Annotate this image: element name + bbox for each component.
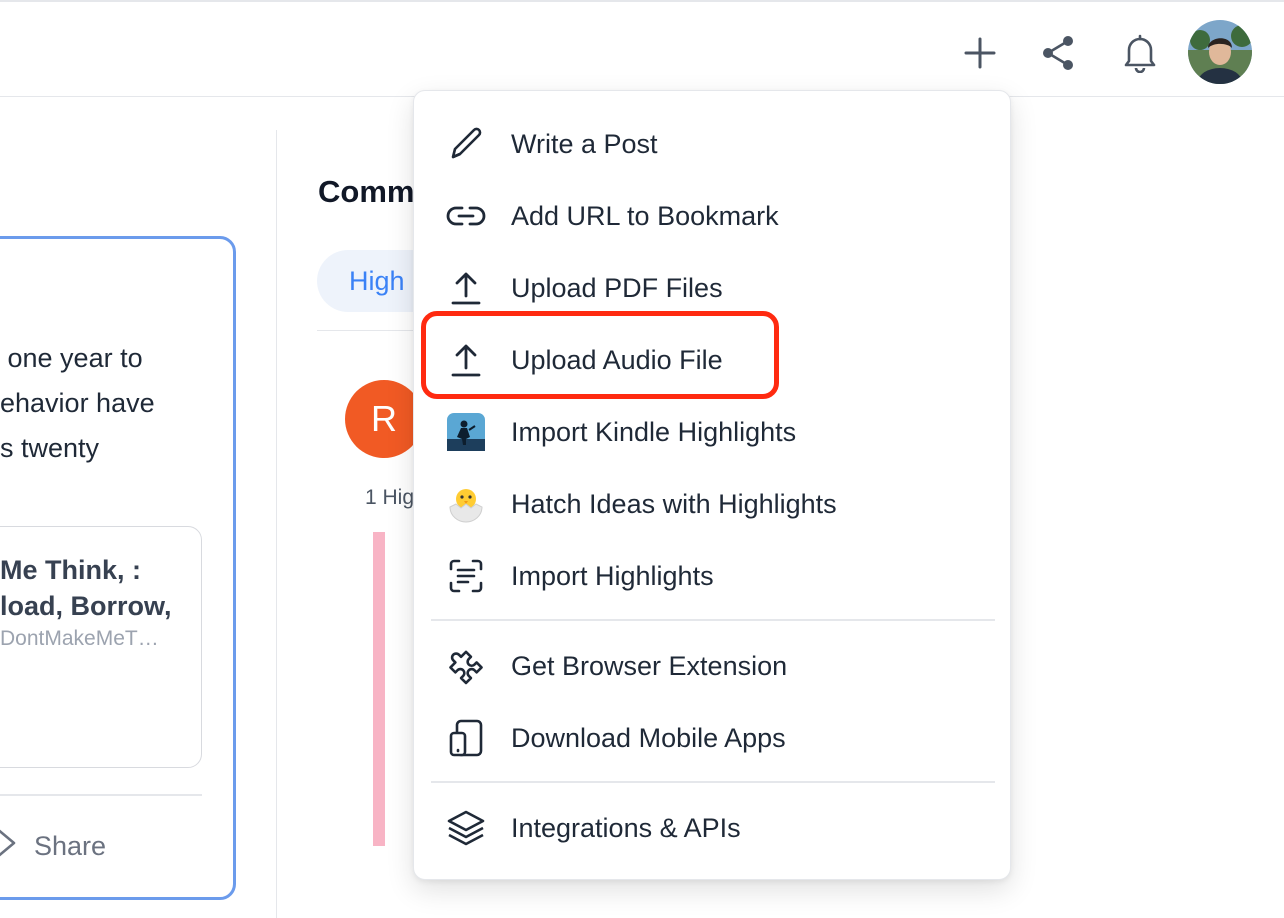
share-label: Share bbox=[34, 830, 107, 861]
upload-icon bbox=[446, 268, 486, 308]
commenter-avatar[interactable]: R bbox=[345, 380, 423, 458]
plus-icon[interactable] bbox=[955, 28, 1005, 78]
column-divider bbox=[276, 130, 277, 918]
menu-item-label: Import Highlights bbox=[511, 560, 714, 591]
comments-title: Comm bbox=[318, 174, 415, 209]
menu-item-import-highlights[interactable]: Import Highlights bbox=[414, 546, 1012, 606]
menu-item-label: Integrations & APIs bbox=[511, 812, 741, 843]
bell-icon[interactable] bbox=[1115, 28, 1165, 78]
pencil-icon bbox=[446, 124, 486, 164]
devices-icon bbox=[446, 718, 486, 758]
kindle-icon bbox=[446, 412, 486, 452]
user-avatar[interactable] bbox=[1188, 20, 1252, 84]
card-divider bbox=[0, 794, 202, 796]
share-button[interactable]: Share bbox=[0, 826, 106, 866]
link-preview-url: DontMakeMeT… bbox=[0, 627, 159, 650]
menu-separator bbox=[431, 781, 995, 783]
upload-icon bbox=[446, 340, 486, 380]
share-arrow-icon bbox=[0, 826, 20, 867]
layers-icon bbox=[446, 808, 486, 848]
menu-item-integrations[interactable]: Integrations & APIs bbox=[414, 798, 1012, 858]
scan-text-icon bbox=[446, 556, 486, 596]
menu-item-label: Upload PDF Files bbox=[511, 272, 723, 303]
menu-item-label: Add URL to Bookmark bbox=[511, 200, 779, 231]
menu-item-import-kindle[interactable]: Import Kindle Highlights bbox=[414, 402, 1012, 462]
hatching-chick-icon bbox=[446, 484, 486, 524]
menu-item-write-post[interactable]: Write a Post bbox=[414, 114, 1012, 174]
link-icon bbox=[446, 196, 486, 236]
menu-item-label: Hatch Ideas with Highlights bbox=[511, 488, 837, 519]
menu-item-browser-extension[interactable]: Get Browser Extension bbox=[414, 636, 1012, 696]
menu-item-label: Download Mobile Apps bbox=[511, 722, 786, 753]
menu-item-label: Get Browser Extension bbox=[511, 650, 788, 681]
menu-item-hatch-ideas[interactable]: Hatch Ideas with Highlights bbox=[414, 474, 1012, 534]
menu-item-label: Import Kindle Highlights bbox=[511, 416, 797, 447]
highlight-count: 1 Hig bbox=[365, 486, 415, 509]
menu-item-mobile-apps[interactable]: Download Mobile Apps bbox=[414, 708, 1012, 768]
menu-item-label: Write a Post bbox=[511, 128, 658, 159]
menu-item-upload-audio[interactable]: Upload Audio File bbox=[414, 330, 1012, 390]
link-preview-title: Me Think, : load, Borrow, bbox=[0, 555, 172, 621]
menu-item-label: Upload Audio File bbox=[511, 344, 723, 375]
share-icon[interactable] bbox=[1033, 28, 1083, 78]
create-menu: Write a Post Add URL to Bookmark Upload … bbox=[413, 90, 1011, 880]
menu-item-add-url[interactable]: Add URL to Bookmark bbox=[414, 186, 1012, 246]
post-text: one year to ehavior have s twenty bbox=[0, 343, 155, 463]
menu-separator bbox=[431, 619, 995, 621]
highlight-bar bbox=[373, 532, 385, 846]
puzzle-icon bbox=[446, 646, 486, 686]
menu-item-upload-pdf[interactable]: Upload PDF Files bbox=[414, 258, 1012, 318]
top-bar bbox=[0, 0, 1284, 97]
